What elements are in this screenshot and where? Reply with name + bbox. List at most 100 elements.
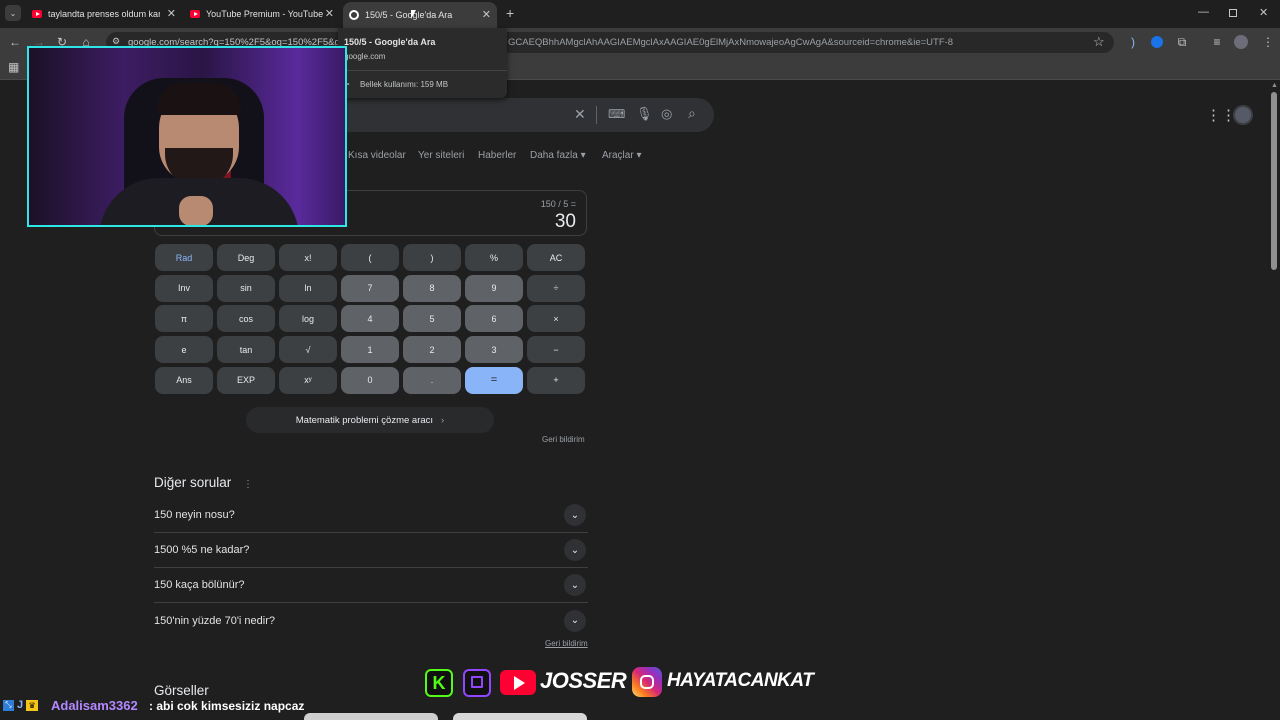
calculator-key[interactable]: π xyxy=(155,305,213,333)
lens-icon[interactable]: ◎ xyxy=(661,106,672,122)
tab-google-search[interactable]: 150/5 - Google'da Ara ✕ xyxy=(343,2,497,28)
chevron-down-icon: ⌄ xyxy=(564,574,586,596)
calculator-key[interactable]: 5 xyxy=(403,305,461,333)
tab-more-label: Daha fazla xyxy=(530,150,578,161)
paa-question[interactable]: 150 kaça bölünür? ⌄ xyxy=(154,568,588,603)
chrome-menu-icon[interactable]: ⋮ xyxy=(1259,33,1277,51)
calculator-key[interactable]: 7 xyxy=(341,274,399,302)
close-window-button[interactable]: ✕ xyxy=(1259,6,1268,19)
calculator-key[interactable]: 4 xyxy=(341,305,399,333)
calculator-key[interactable]: cos xyxy=(217,305,275,333)
paa-question[interactable]: 1500 %5 ne kadar? ⌄ xyxy=(154,533,588,568)
calculator-key[interactable]: log xyxy=(279,305,337,333)
crown-badge-icon: ♛ xyxy=(26,699,39,711)
calculator-key[interactable]: AC xyxy=(527,244,585,271)
calculator-key[interactable]: Rad xyxy=(155,244,213,271)
tab-hover-card: 150/5 - Google'da Ara google.com ◔ Belle… xyxy=(338,28,507,98)
account-avatar[interactable] xyxy=(1233,105,1253,125)
badge-icon: J xyxy=(17,699,24,711)
calculator-key[interactable]: + xyxy=(527,366,585,394)
image-thumbnail[interactable] xyxy=(453,713,587,720)
calculator-key[interactable]: 2 xyxy=(403,336,461,364)
calculator-key[interactable]: 1 xyxy=(341,336,399,364)
calculator-key[interactable]: ) xyxy=(403,244,461,271)
calculator-key[interactable]: Ans xyxy=(155,366,213,394)
google-apps-icon[interactable]: ⋮⋮ xyxy=(1206,106,1236,124)
tab-more[interactable]: Daha fazla ▾ xyxy=(530,150,586,161)
mouse-cursor-icon xyxy=(411,10,416,19)
calculator-key[interactable]: ( xyxy=(341,244,399,271)
back-icon[interactable]: ← xyxy=(6,33,24,51)
calculator-key[interactable]: 0 xyxy=(341,366,399,394)
tab-news[interactable]: Haberler xyxy=(478,150,516,161)
close-tab-icon[interactable]: ✕ xyxy=(325,7,334,20)
close-tab-icon[interactable]: ✕ xyxy=(167,7,176,20)
restore-button[interactable] xyxy=(1229,9,1237,17)
calculator-key[interactable]: xʸ xyxy=(279,366,337,394)
url-text-tail: GCAEQBhhAMgclAhAAGIAEMgclAxAAGIAE0gElMjA… xyxy=(508,37,954,48)
calculator-key[interactable]: % xyxy=(465,244,523,271)
paa-title: Diğer sorular xyxy=(154,475,232,490)
paa-question[interactable]: 150'nin yüzde 70'i nedir? ⌄ xyxy=(154,603,588,638)
calculator-key[interactable]: ln xyxy=(279,274,337,302)
tab-title: taylandta prenses oldum karde xyxy=(48,9,160,19)
search-box[interactable]: ✕ ⌨ 🎙︎ ◎ ⌕ xyxy=(290,98,714,132)
tab-places[interactable]: Yer siteleri xyxy=(418,150,464,161)
tab-search-button[interactable]: ⌄ xyxy=(5,5,21,21)
tab-tools[interactable]: Araçlar ▾ xyxy=(602,150,642,161)
tab-short-videos[interactable]: Kısa videolar xyxy=(348,150,406,161)
media-control-icon[interactable]: ≡ xyxy=(1208,33,1226,51)
calculator-key[interactable]: sin xyxy=(217,274,275,302)
chat-badges: ⤡ J ♛ xyxy=(3,699,39,711)
search-icon[interactable]: ⌕ xyxy=(688,105,696,122)
calculator-key[interactable]: EXP xyxy=(217,366,275,394)
calculator-key[interactable]: 8 xyxy=(403,274,461,302)
calculator-key[interactable]: Inv xyxy=(155,274,213,302)
calculator-key[interactable]: tan xyxy=(217,336,275,364)
microphone-icon[interactable]: 🎙︎ xyxy=(636,106,653,122)
math-solver-button[interactable]: Matematik problemi çözme aracı › xyxy=(246,407,494,433)
close-tab-icon[interactable]: ✕ xyxy=(482,8,491,21)
calculator-feedback-link[interactable]: Geri bildirim xyxy=(542,435,585,444)
chevron-down-icon: ⌄ xyxy=(564,609,586,632)
webcam-overlay xyxy=(27,46,347,227)
calculator-key[interactable]: − xyxy=(527,336,585,364)
calculator-key[interactable]: . xyxy=(403,366,461,394)
calculator-key[interactable]: x! xyxy=(279,244,337,271)
paa-question[interactable]: 150 neyin nosu? ⌄ xyxy=(154,498,588,533)
page-scrollbar[interactable] xyxy=(1271,92,1277,270)
calculator-key[interactable]: Deg xyxy=(217,244,275,271)
paa-feedback-link[interactable]: Geri bildirim xyxy=(545,639,588,648)
extensions-puzzle-icon[interactable]: ⧉ xyxy=(1173,33,1191,51)
tab-youtube-premium[interactable]: YouTube Premium - YouTube ✕ xyxy=(190,4,334,24)
math-solver-label: Matematik problemi çözme aracı xyxy=(295,414,434,426)
calculator-key[interactable]: × xyxy=(527,305,585,333)
hover-card-title: 150/5 - Google'da Ara xyxy=(344,37,436,47)
calculator-key[interactable]: 9 xyxy=(465,274,523,302)
tab-tools-label: Araçlar xyxy=(602,150,634,161)
kick-logo-icon: K xyxy=(425,669,453,697)
calculator-key[interactable]: = xyxy=(465,366,523,394)
extension-icon[interactable] xyxy=(1151,36,1163,48)
calculator-key[interactable]: √ xyxy=(279,336,337,364)
tab-title: 150/5 - Google'da Ara xyxy=(365,10,453,20)
keyboard-icon[interactable]: ⌨ xyxy=(608,107,625,121)
apps-grid-icon[interactable]: ▦ xyxy=(8,60,19,74)
new-tab-button[interactable]: + xyxy=(506,5,514,21)
image-thumbnail[interactable] xyxy=(304,713,438,720)
more-options-icon[interactable]: ⋮ xyxy=(243,479,253,490)
scroll-up-arrow[interactable]: ▲ xyxy=(1271,82,1278,89)
calculator-key[interactable]: ÷ xyxy=(527,274,585,302)
minimize-button[interactable]: — xyxy=(1198,6,1209,18)
calculator-key[interactable]: e xyxy=(155,336,213,364)
badge-icon: ⤡ xyxy=(3,699,14,711)
calculator-key[interactable]: 6 xyxy=(465,305,523,333)
tab-taylandta[interactable]: taylandta prenses oldum karde ✕ xyxy=(32,4,176,24)
youtube-play-icon xyxy=(514,676,525,690)
cast-icon[interactable]: ) xyxy=(1124,33,1142,51)
calculator-key[interactable]: 3 xyxy=(465,336,523,364)
bookmark-star-icon[interactable]: ☆ xyxy=(1093,34,1105,50)
chevron-down-icon: ⌄ xyxy=(564,504,586,526)
clear-search-icon[interactable]: ✕ xyxy=(574,106,586,123)
profile-avatar[interactable] xyxy=(1234,35,1248,49)
